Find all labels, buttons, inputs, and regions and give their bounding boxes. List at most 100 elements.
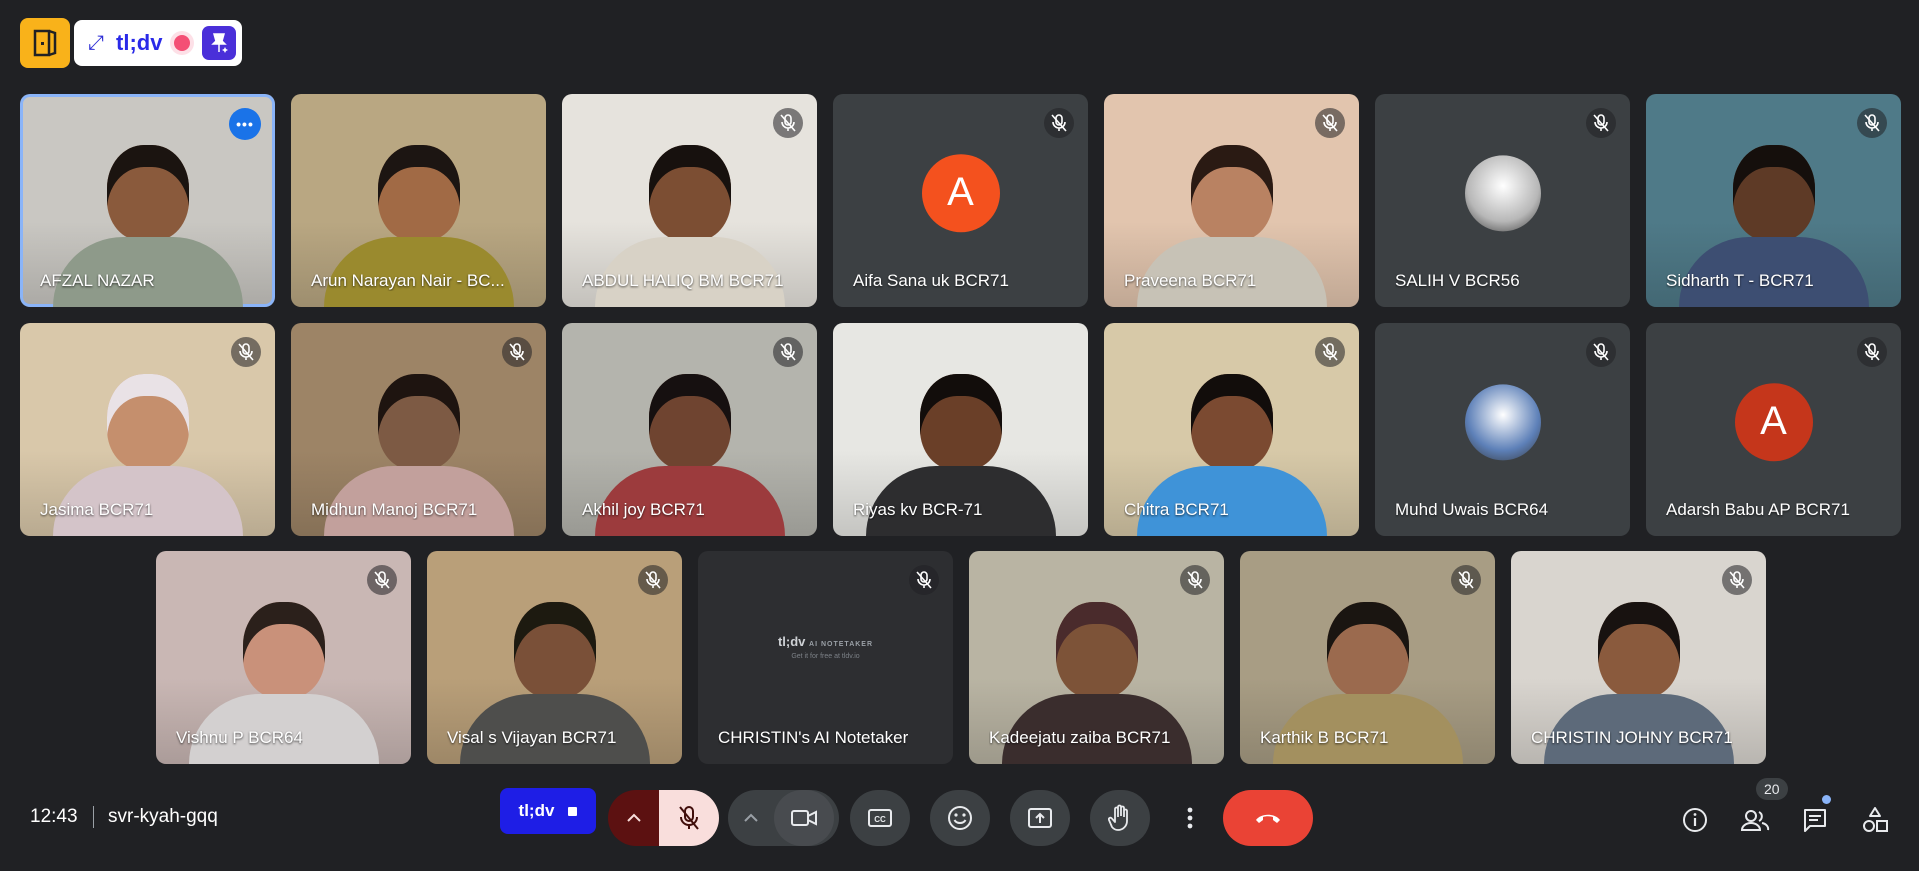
mic-off-icon [1857,108,1887,138]
participant-name: Midhun Manoj BCR71 [311,500,478,519]
expand-icon[interactable]: ⤢ [88,32,104,55]
mic-off-icon [1180,565,1210,595]
captions-button[interactable]: CC [850,790,910,846]
avatar [1464,383,1541,460]
divider [93,806,94,828]
present-icon [1028,808,1052,828]
participant-name: CHRISTIN's AI Notetaker [718,728,909,747]
tldv-record-label: tl;dv [518,801,555,820]
participant-tile[interactable]: A Aifa Sana uk BCR71 [833,94,1088,307]
participant-name: Sidharth T - BCR71 [1666,271,1814,290]
mic-off-icon [1722,565,1752,595]
avatar: A [1734,382,1813,461]
participant-tile[interactable]: tl;dv AI NOTETAKER Get it for free at tld… [698,551,953,764]
participant-name: Muhd Uwais BCR64 [1395,500,1549,519]
microphone-control [608,790,719,846]
participant-tile[interactable]: Riyas kv BCR-71 [833,323,1088,536]
participant-tile[interactable]: Muhd Uwais BCR64 [1375,323,1630,536]
audio-options-button[interactable] [608,790,659,846]
microphone-off-button[interactable] [659,790,719,846]
camera-control [728,790,839,846]
participant-tile[interactable]: Midhun Manoj BCR71 [291,323,546,536]
tile-more-options-button[interactable]: ••• [229,108,261,140]
closed-captions-icon: CC [868,809,892,827]
participant-name: SALIH V BCR56 [1395,271,1520,290]
mic-off-icon [1044,108,1074,138]
participant-tile[interactable]: Arun Narayan Nair - BC... [291,94,546,307]
mic-off-icon [1315,108,1345,138]
tldv-extension-pill: ⤢ tl;dv [74,20,243,66]
participant-tile[interactable]: Chitra BCR71 [1104,323,1359,536]
participant-name: Arun Narayan Nair - BC... [311,271,505,290]
participant-tile[interactable]: Kadeejatu zaiba BCR71 [969,551,1224,764]
people-icon [1740,810,1770,831]
mic-off-icon [231,337,261,367]
participant-name: CHRISTIN JOHNY BCR71 [1531,728,1733,747]
tldv-brand: tl;dv [116,30,163,55]
participant-tile[interactable]: Akhil joy BCR71 [562,323,817,536]
participant-name: Adarsh Babu AP BCR71 [1666,500,1850,519]
participant-tile[interactable]: CHRISTIN JOHNY BCR71 [1511,551,1766,764]
more-vert-icon [1187,807,1193,829]
video-options-button[interactable] [728,790,774,846]
raise-hand-button[interactable] [1090,790,1150,846]
participant-name: ABDUL HALIQ BM BCR71 [582,271,784,290]
info-icon [1683,808,1707,832]
mic-off-icon [1586,108,1616,138]
participant-tile[interactable]: A Adarsh Babu AP BCR71 [1646,323,1901,536]
svg-text:CC: CC [874,815,886,824]
mic-off-icon [1857,337,1887,367]
participant-name: Visal s Vijayan BCR71 [447,728,617,747]
participant-name: Chitra BCR71 [1124,500,1229,519]
participant-tile[interactable]: Praveena BCR71 [1104,94,1359,307]
camera-button[interactable] [774,790,834,846]
participant-tile[interactable]: Jasima BCR71 [20,323,275,536]
mic-off-icon [679,806,699,830]
participant-tile[interactable]: ••• AFZAL NAZAR [20,94,275,307]
participant-name: AFZAL NAZAR [40,271,155,290]
meeting-time: 12:43 [30,806,78,827]
more-options-button[interactable] [1175,790,1205,846]
mic-off-icon [638,565,668,595]
door-icon[interactable] [20,18,70,68]
participant-name: Karthik B BCR71 [1260,728,1389,747]
reactions-button[interactable] [930,790,990,846]
participant-tile[interactable]: Sidharth T - BCR71 [1646,94,1901,307]
activities-shapes-icon [1863,807,1888,832]
participant-name: Kadeejatu zaiba BCR71 [989,728,1171,747]
mic-off-icon [1451,565,1481,595]
participant-tile[interactable]: SALIH V BCR56 [1375,94,1630,307]
mic-off-icon [502,337,532,367]
people-button[interactable] [1735,800,1775,840]
meeting-details-button[interactable] [1675,800,1715,840]
mic-off-icon [1315,337,1345,367]
stop-icon [568,806,578,816]
emoji-icon [948,806,972,830]
ai-sparkle-pin-icon[interactable] [202,26,237,60]
notetaker-card: tl;dv AI NOTETAKER Get it for free at tld… [777,633,874,660]
mic-off-icon [773,108,803,138]
chat-icon [1804,809,1826,832]
recording-indicator-icon [174,35,191,51]
participant-tile[interactable]: Vishnu P BCR64 [156,551,411,764]
chat-button[interactable] [1795,800,1835,840]
participant-name: Aifa Sana uk BCR71 [853,271,1009,290]
chat-notification-dot [1822,795,1831,804]
mic-off-icon [909,565,939,595]
extension-bar: ⤢ tl;dv [20,18,243,68]
participant-tile[interactable]: Karthik B BCR71 [1240,551,1495,764]
tldv-record-button[interactable]: tl;dv [500,788,596,834]
meeting-code: svr-kyah-gqq [108,806,218,827]
avatar [1464,154,1541,231]
participant-name: Akhil joy BCR71 [582,500,705,519]
present-screen-button[interactable] [1010,790,1070,846]
hand-icon [1108,804,1128,831]
activities-button[interactable] [1855,800,1895,840]
leave-call-button[interactable] [1223,790,1313,846]
participant-tile[interactable]: ABDUL HALIQ BM BCR71 [562,94,817,307]
mic-off-icon [1586,337,1616,367]
participant-name: Praveena BCR71 [1124,271,1257,290]
mic-off-icon [367,565,397,595]
participant-tile[interactable]: Visal s Vijayan BCR71 [427,551,682,764]
people-count-badge: 20 [1756,778,1788,800]
